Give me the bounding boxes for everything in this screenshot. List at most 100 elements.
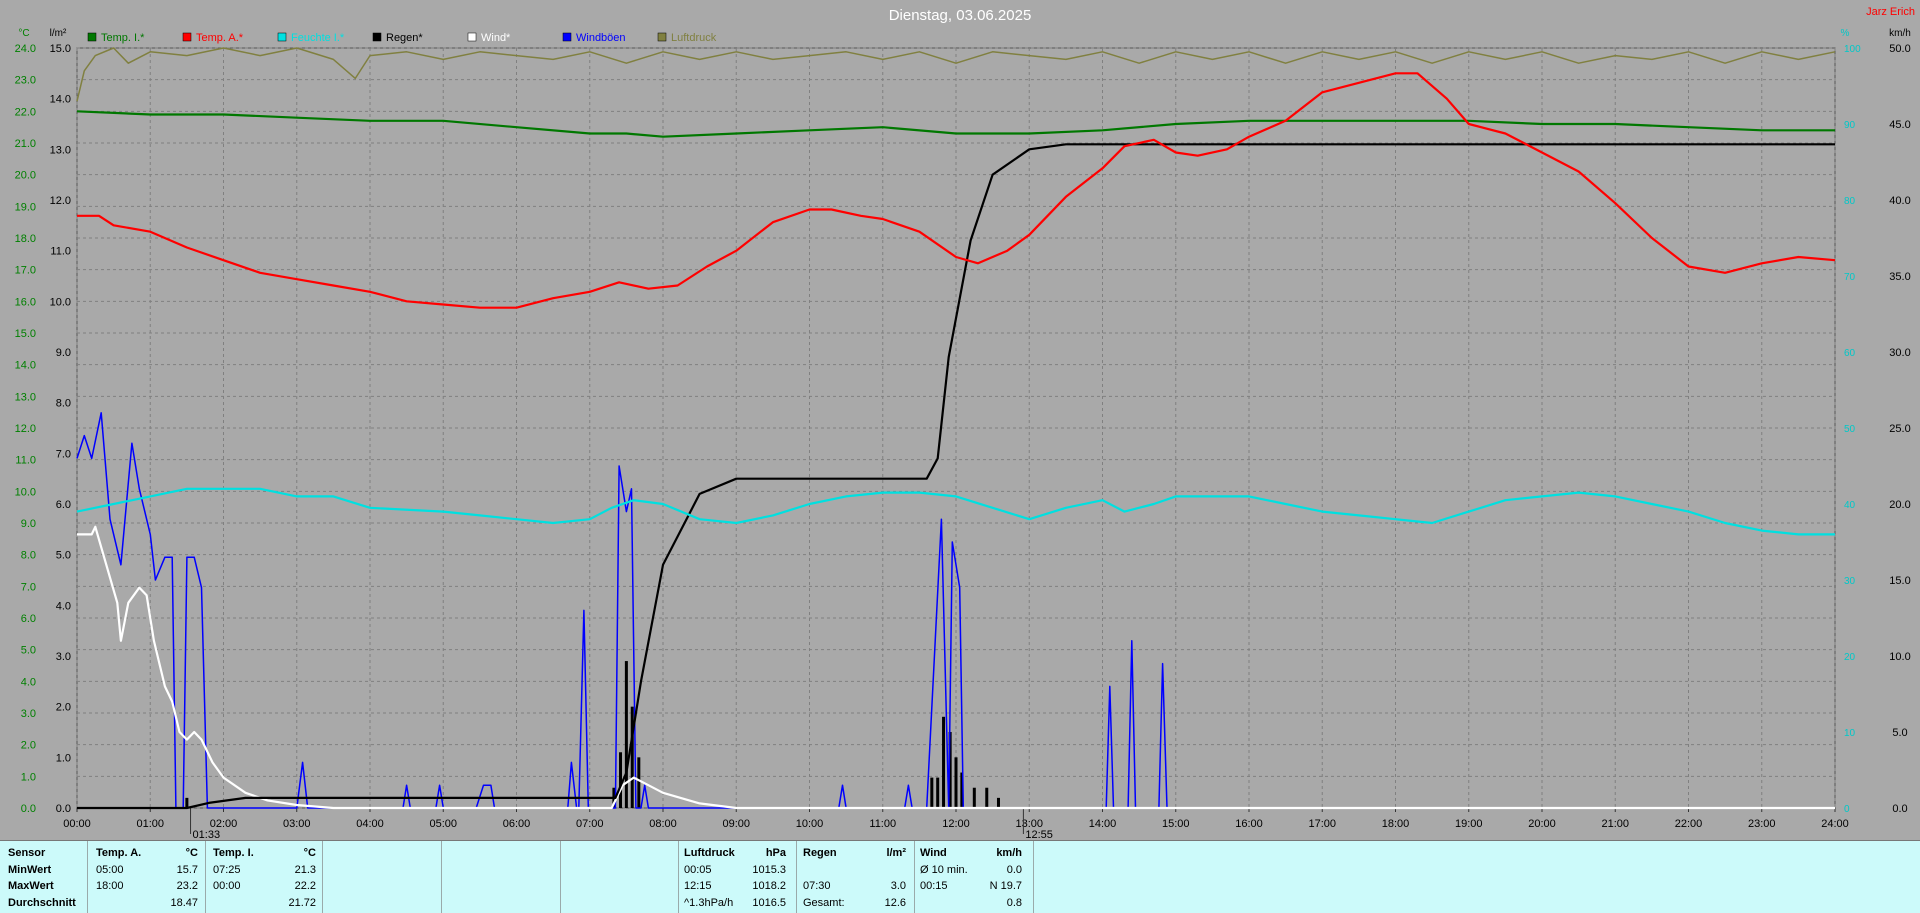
temp-unit-label: °C [18, 28, 29, 39]
temp-tick-label: 11.0 [15, 455, 36, 467]
x-tick-label: 12:00 [942, 818, 970, 830]
rain-tick-label: 15.0 [50, 43, 71, 55]
stats-cell-regen-val: 12.6 [884, 896, 906, 909]
rain-bar [936, 777, 940, 808]
stats-cell-temp-i-time: 00:00 [213, 880, 241, 892]
temp-tick-label: 0.0 [21, 803, 36, 815]
stats-cell-wind-val: 0.8 [1006, 896, 1022, 909]
rain-tick-label: 14.0 [50, 94, 71, 106]
temp-tick-label: 13.0 [15, 391, 36, 403]
x-tick-label: 17:00 [1308, 818, 1336, 830]
temp-tick-label: 17.0 [15, 265, 36, 277]
rain-tick-label: 7.0 [56, 448, 71, 460]
rain-tick-label: 12.0 [50, 195, 71, 207]
stats-column-divider [796, 841, 797, 913]
rain-bar [985, 787, 989, 808]
wind-unit-label: km/h [1889, 28, 1911, 39]
stats-cell-label: MaxWert [8, 880, 54, 892]
wind-tick-label: 5.0 [1892, 727, 1907, 739]
stats-cell-temp-a-val: 18.47 [170, 896, 198, 909]
temp-tick-label: 20.0 [15, 170, 36, 182]
x-tick-label: 10:00 [796, 818, 824, 830]
stats-column-divider [678, 841, 679, 913]
humidity-tick-label: 80 [1844, 196, 1856, 207]
humidity-unit-label: % [1841, 28, 1850, 39]
wind-tick-label: 0.0 [1892, 803, 1907, 815]
rain-bar [972, 787, 976, 808]
temp-tick-label: 9.0 [21, 518, 36, 530]
legend-label: Feuchte I.* [291, 32, 345, 44]
chart-legend: Temp. I.* Temp. A.* Feuchte I.* Regen* Wind*… [87, 32, 717, 44]
rain-tick-label: 2.0 [56, 702, 71, 714]
x-tick-label: 14:00 [1089, 818, 1117, 830]
temp-tick-label: 7.0 [21, 581, 36, 593]
temp-tick-label: 14.0 [15, 360, 36, 372]
x-tick-label: 24:00 [1821, 818, 1849, 830]
rain-bar [930, 777, 934, 808]
stats-cell-regen-time: Regen [803, 847, 837, 859]
x-tick-label: 11:00 [869, 818, 896, 830]
stats-cell-druck-val: 1018.2 [752, 880, 786, 892]
rain-bar [630, 706, 634, 808]
stats-cell-temp-i-val: °C [303, 847, 316, 859]
temp-tick-label: 8.0 [21, 550, 36, 562]
legend-swatch [372, 32, 382, 42]
x-tick-label: 19:00 [1455, 818, 1483, 830]
stats-cell-wind-time: Ø 10 min. [920, 863, 968, 876]
stats-cell-label: MinWert [8, 863, 52, 876]
stats-cell-temp-i-val: 21.72 [288, 896, 316, 909]
stats-cell-druck-time: 12:15 [684, 880, 712, 892]
rain-bar [637, 757, 641, 808]
stats-cell-label: Durchschnitt [8, 896, 76, 909]
temp-tick-label: 15.0 [15, 328, 36, 340]
stats-cell-druck-time: 00:05 [684, 863, 712, 876]
wind-tick-label: 35.0 [1889, 271, 1910, 283]
temp-tick-label: 22.0 [15, 106, 36, 118]
temp-tick-label: 24.0 [15, 43, 36, 55]
rain-tick-label: 9.0 [56, 347, 71, 359]
rain-tick-label: 13.0 [50, 144, 71, 156]
temp-tick-label: 23.0 [15, 75, 36, 87]
wind-tick-label: 15.0 [1889, 575, 1910, 587]
x-tick-label: 21:00 [1601, 818, 1629, 830]
stats-cell-druck-val: 1016.5 [752, 896, 786, 909]
stats-cell-druck-time: Luftdruck [684, 847, 735, 859]
humidity-tick-label: 10 [1844, 728, 1856, 739]
stats-cell-wind-time: 00:15 [920, 880, 948, 892]
rain-interval-bars [185, 661, 1000, 808]
legend-swatch [657, 32, 667, 42]
x-tick-label: 07:00 [576, 818, 604, 830]
rain-bar [624, 661, 628, 808]
wind-tick-label: 10.0 [1889, 651, 1910, 663]
temp-tick-label: 18.0 [15, 233, 36, 245]
rain-tick-label: 5.0 [56, 550, 71, 562]
legend-label: Wind* [481, 32, 511, 44]
rain-bar [996, 797, 1000, 808]
wind-tick-label: 30.0 [1889, 347, 1910, 359]
wind-tick-label: 50.0 [1889, 43, 1910, 55]
series-line-windb-en [76, 412, 1835, 809]
wind-tick-label: 40.0 [1889, 195, 1910, 207]
x-tick-label: 05:00 [429, 818, 457, 830]
stats-column-divider [1033, 841, 1034, 913]
rain-tick-label: 8.0 [56, 398, 71, 410]
stats-cell-druck-time: ^1.3hPa/h [684, 896, 734, 909]
temp-tick-label: 10.0 [15, 486, 36, 498]
stats-cell-temp-i-val: 21.3 [294, 863, 316, 876]
humidity-tick-label: 90 [1844, 120, 1856, 131]
x-tick-label: 08:00 [649, 818, 677, 830]
stats-cell-wind-val: N 19.7 [989, 880, 1022, 892]
stats-cell-wind-val: km/h [996, 847, 1022, 859]
stats-column-divider [205, 841, 206, 913]
stats-cell-druck-val: 1015.3 [752, 863, 786, 876]
chart-title: Dienstag, 03.06.2025 [889, 7, 1032, 24]
event-marker-label: 12:55 [1025, 829, 1053, 840]
humidity-tick-label: 100 [1844, 44, 1861, 55]
x-tick-label: 16:00 [1235, 818, 1263, 830]
temp-tick-label: 5.0 [21, 645, 36, 657]
stats-column-divider [441, 841, 442, 913]
legend-swatch [467, 32, 477, 42]
humidity-tick-label: 20 [1844, 652, 1856, 663]
station-name: Jarz Erich [1866, 6, 1915, 18]
temp-tick-label: 16.0 [15, 296, 36, 308]
